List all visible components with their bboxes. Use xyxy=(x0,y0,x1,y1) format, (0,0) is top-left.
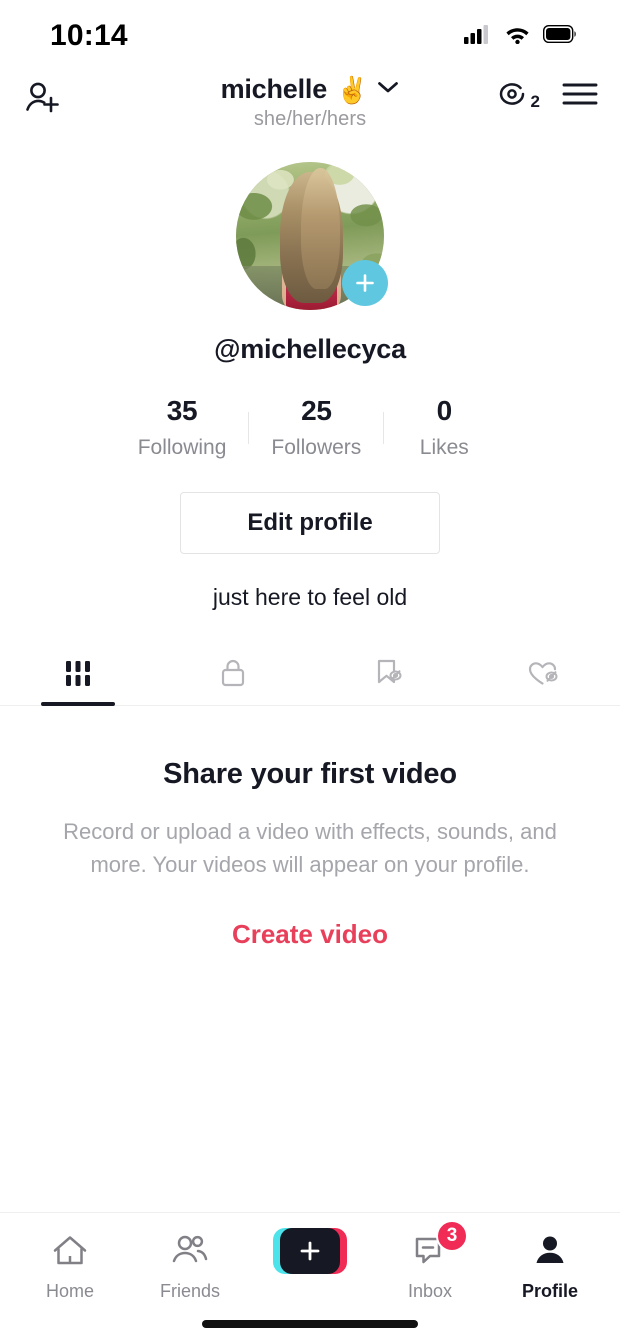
profile-stats: 35 Following 25 Followers 0 Likes xyxy=(116,395,505,460)
person-filled-icon xyxy=(530,1232,570,1270)
empty-state: Share your first video Record or upload … xyxy=(0,706,620,1212)
stat-likes[interactable]: 0 Likes xyxy=(384,395,504,460)
hamburger-menu-button[interactable] xyxy=(562,81,598,112)
nav-item-create[interactable] xyxy=(250,1229,370,1281)
nav-label-inbox: Inbox xyxy=(408,1281,452,1302)
stat-value: 0 xyxy=(437,395,452,427)
hamburger-menu-icon xyxy=(562,81,598,107)
nav-label-friends: Friends xyxy=(160,1281,220,1302)
stat-followers[interactable]: 25 Followers xyxy=(249,395,383,460)
nav-label-profile: Profile xyxy=(522,1281,578,1302)
eye-views-icon xyxy=(496,80,530,113)
heart-hidden-icon xyxy=(524,656,562,690)
home-icon xyxy=(50,1232,90,1270)
peace-hand-emoji: ✌️ xyxy=(336,77,368,103)
nav-item-friends[interactable]: Friends xyxy=(130,1229,250,1302)
add-avatar-button[interactable] xyxy=(342,260,388,306)
views-count: 2 xyxy=(531,93,540,113)
inbox-badge: 3 xyxy=(436,1220,468,1252)
stat-following[interactable]: 35 Following xyxy=(116,395,249,460)
bottom-navigation: Home Friends xyxy=(0,1212,620,1306)
plus-icon xyxy=(353,271,377,295)
create-video-link[interactable]: Create video xyxy=(232,919,388,950)
profile-handle: @michellecyca xyxy=(214,334,406,365)
tab-saved[interactable] xyxy=(310,641,465,705)
home-indicator xyxy=(0,1306,620,1342)
phone-screen: 10:14 xyxy=(0,0,620,1342)
create-plus-icon[interactable] xyxy=(273,1228,347,1274)
status-bar: 10:14 xyxy=(0,0,620,72)
lock-icon xyxy=(216,655,250,691)
stat-value: 25 xyxy=(301,395,332,427)
profile-tabs xyxy=(0,641,620,706)
avatar-container xyxy=(236,162,384,310)
cellular-signal-icon xyxy=(464,24,492,49)
tab-liked[interactable] xyxy=(465,641,620,705)
nav-item-home[interactable]: Home xyxy=(10,1229,130,1302)
stat-label: Following xyxy=(138,436,227,460)
tab-videos[interactable] xyxy=(0,641,155,705)
home-indicator-bar xyxy=(202,1320,418,1328)
profile-section: @michellecyca 35 Following 25 Followers … xyxy=(0,144,620,611)
bookmark-hidden-icon xyxy=(370,656,406,690)
empty-subtitle-line2: Your videos will appear on your profile. xyxy=(152,852,529,877)
battery-full-icon xyxy=(543,25,578,48)
grid-bars-icon xyxy=(61,658,95,688)
empty-state-subtitle: Record or upload a video with effects, s… xyxy=(50,815,570,881)
header-actions: 2 xyxy=(496,80,598,113)
profile-views-button[interactable]: 2 xyxy=(496,80,540,113)
username-text: michelle xyxy=(221,74,327,105)
empty-state-title: Share your first video xyxy=(163,758,457,791)
stat-value: 35 xyxy=(167,395,198,427)
profile-header: michelle ✌️ she/her/hers 2 xyxy=(0,72,620,144)
nav-label-home: Home xyxy=(46,1281,94,1302)
nav-item-profile[interactable]: Profile xyxy=(490,1229,610,1302)
stat-label: Followers xyxy=(271,436,361,460)
active-tab-underline xyxy=(41,702,115,706)
tab-private[interactable] xyxy=(155,641,310,705)
stat-label: Likes xyxy=(420,436,469,460)
status-icons xyxy=(464,24,578,49)
person-add-icon xyxy=(22,78,64,120)
friends-icon xyxy=(169,1232,211,1270)
profile-bio: just here to feel old xyxy=(213,584,407,611)
edit-profile-button[interactable]: Edit profile xyxy=(180,492,440,554)
add-friend-button[interactable] xyxy=(22,78,64,125)
wifi-icon xyxy=(504,24,531,49)
nav-item-inbox[interactable]: 3 Inbox xyxy=(370,1229,490,1302)
status-time: 10:14 xyxy=(50,19,128,53)
chevron-down-icon xyxy=(377,80,399,99)
